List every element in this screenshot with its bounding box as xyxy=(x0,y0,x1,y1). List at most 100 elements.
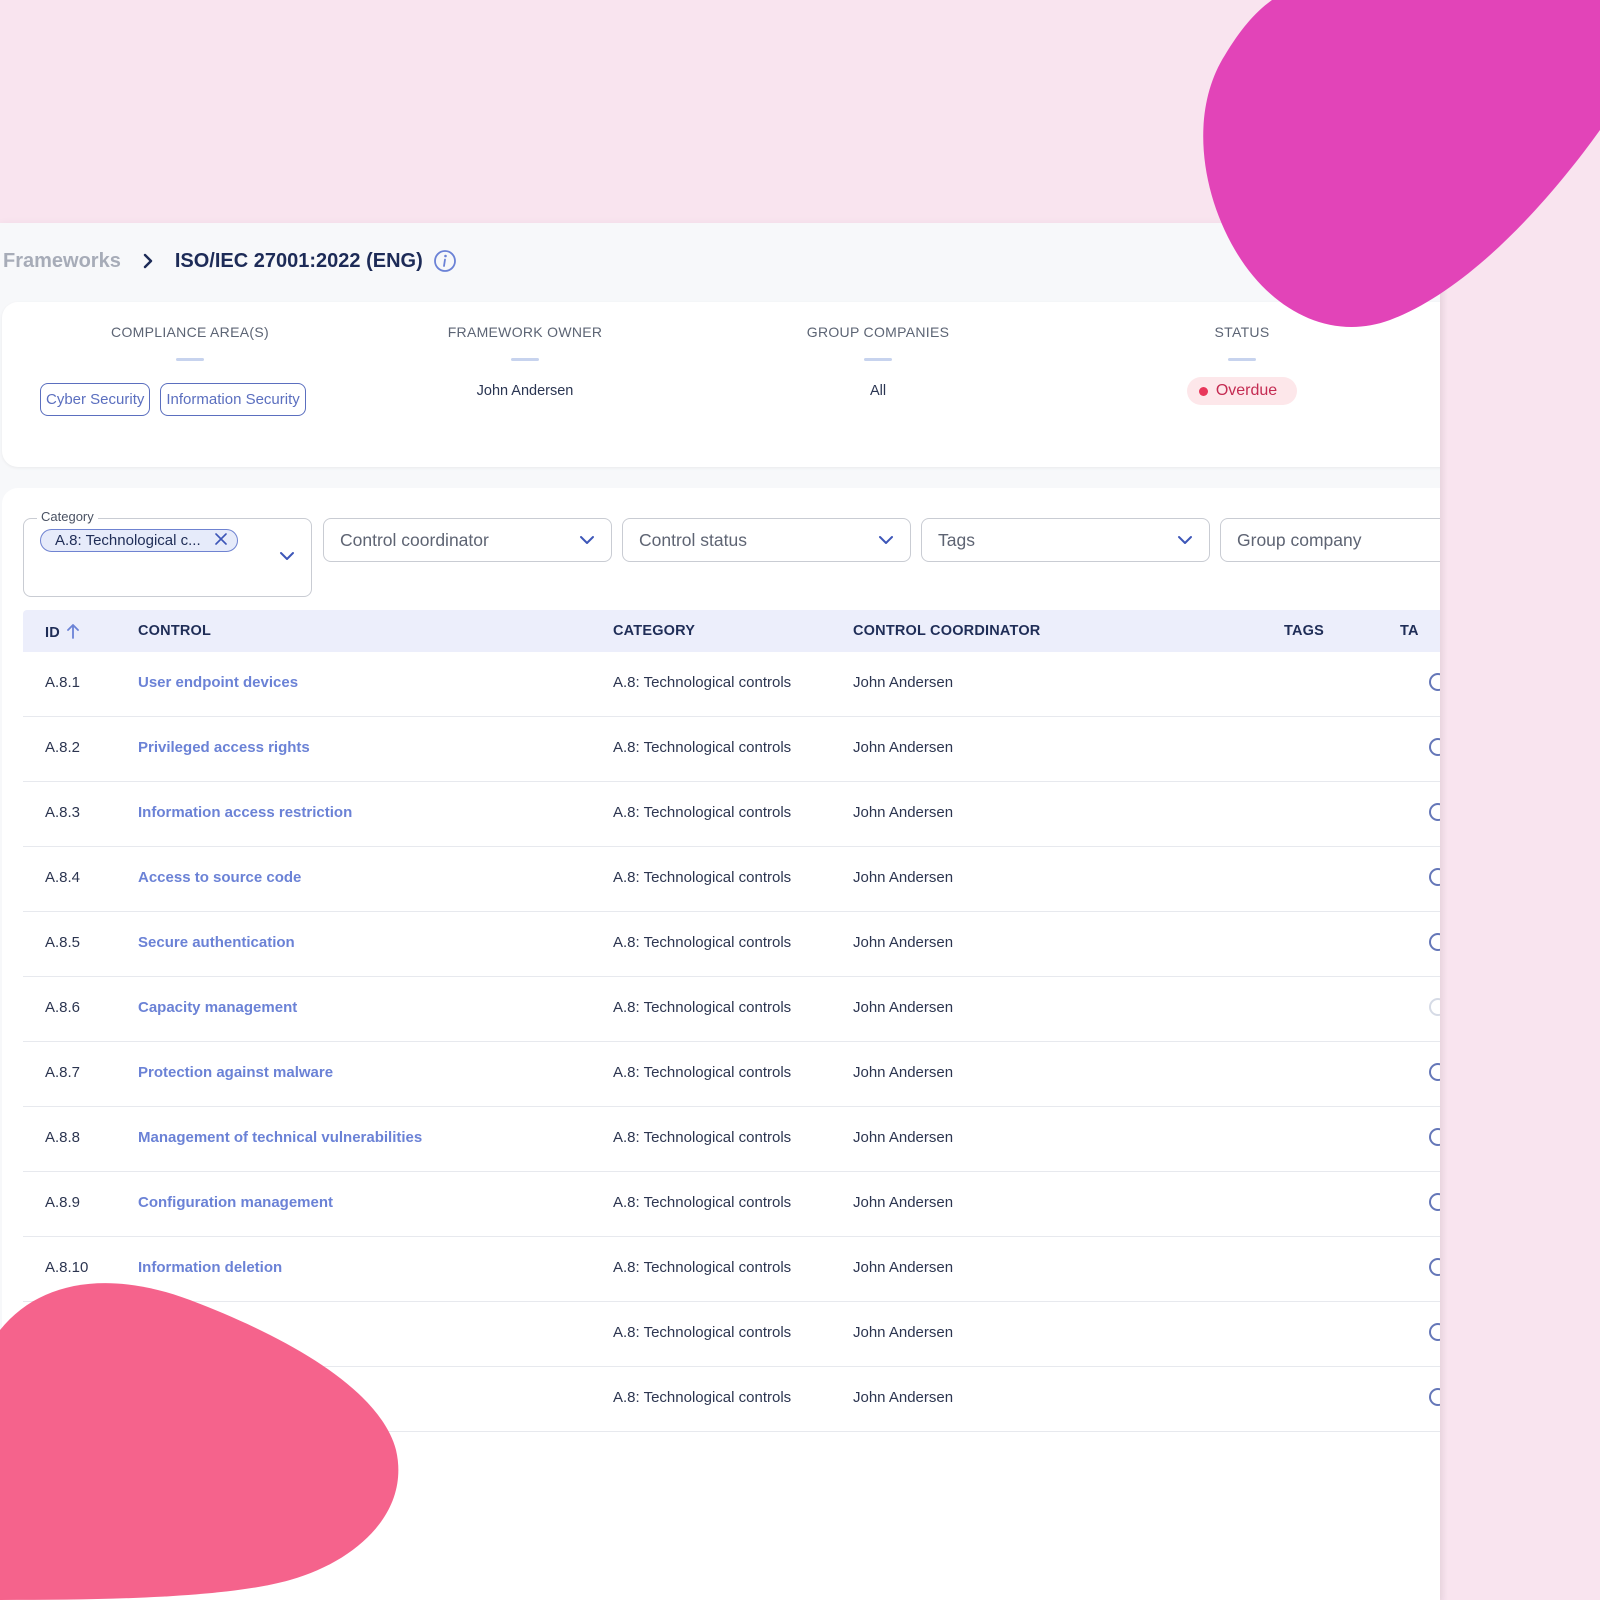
framework-owner-heading: FRAMEWORK OWNER xyxy=(447,324,603,340)
group-companies-heading: GROUP COMPANIES xyxy=(806,324,950,340)
row-select-radio[interactable] xyxy=(1429,868,1440,886)
column-header-id[interactable]: ID xyxy=(45,623,80,643)
row-coordinator: John Andersen xyxy=(853,1129,954,1146)
compliance-areas-heading: COMPLIANCE AREA(S) xyxy=(111,324,269,340)
row-control-link[interactable]: Management of technical vulnerabilities xyxy=(138,1129,422,1146)
category-chip-label: A.8: Technological c... xyxy=(55,532,201,549)
row-select-radio[interactable] xyxy=(1429,1258,1440,1276)
column-header-ta[interactable]: TA xyxy=(1400,623,1419,639)
column-header-category[interactable]: CATEGORY xyxy=(613,623,695,639)
table-row[interactable]: A.8.10 Information deletion A.8: Technolog… xyxy=(23,1237,1440,1302)
table-row[interactable]: A.8.1 User endpoint devices A.8: Technolog… xyxy=(23,652,1440,717)
control-coordinator-placeholder: Control coordinator xyxy=(340,529,489,550)
row-control-link[interactable]: Information access restriction xyxy=(138,804,352,821)
row-control-link[interactable]: Data masking xyxy=(138,1324,236,1341)
breadcrumb: Frameworks ISO/IEC 27001:2022 (ENG) xyxy=(0,243,457,279)
status-badge: Overdue xyxy=(1186,377,1298,405)
table-row[interactable]: A.8.9 Configuration management A.8: Techno… xyxy=(23,1172,1440,1237)
row-select-radio[interactable] xyxy=(1429,673,1440,691)
row-control-link[interactable]: Information deletion xyxy=(138,1259,282,1276)
row-select-radio[interactable] xyxy=(1429,1063,1440,1081)
compliance-chips: Cyber Security Information Security xyxy=(40,383,340,416)
row-id: A.8.3 xyxy=(45,804,81,821)
chevron-down-icon[interactable] xyxy=(279,551,295,561)
table-row[interactable]: A.8.2 Privileged access rights A.8: Techno… xyxy=(23,717,1440,782)
row-select-radio[interactable] xyxy=(1429,1323,1440,1341)
column-header-coordinator[interactable]: CONTROL COORDINATOR xyxy=(853,623,1040,639)
row-control-link[interactable]: Configuration management xyxy=(138,1194,333,1211)
arrow-up-icon[interactable] xyxy=(66,623,80,643)
table-row[interactable]: A.8.5 Secure authentication A.8: Technolog… xyxy=(23,912,1440,977)
row-select-radio[interactable] xyxy=(1429,933,1440,951)
row-category: A.8: Technological controls xyxy=(613,1129,792,1146)
row-category: A.8: Technological controls xyxy=(613,999,792,1016)
row-select-radio[interactable] xyxy=(1429,998,1440,1016)
chevron-right-icon xyxy=(133,253,163,269)
row-control-link[interactable]: Access to source code xyxy=(138,869,301,886)
framework-owner-section: FRAMEWORK OWNER John Andersen xyxy=(425,324,625,399)
compliance-chip-cyber-security[interactable]: Cyber Security xyxy=(40,383,151,416)
framework-summary-card: COMPLIANCE AREA(S) Cyber Security Inform… xyxy=(2,302,1440,467)
chevron-down-icon[interactable] xyxy=(1177,535,1193,545)
control-coordinator-filter[interactable]: Control coordinator xyxy=(323,518,612,562)
divider xyxy=(176,358,204,361)
status-heading: STATUS xyxy=(1214,324,1270,340)
row-id: A.8.1 xyxy=(45,674,81,691)
chevron-down-icon[interactable] xyxy=(579,535,595,545)
row-coordinator: John Andersen xyxy=(853,674,954,691)
row-category: A.8: Technological controls xyxy=(613,869,792,886)
window-shadow xyxy=(1440,223,1448,1600)
row-select-radio[interactable] xyxy=(1429,1128,1440,1146)
row-id: A.8.11 xyxy=(45,1324,88,1341)
row-select-radio[interactable] xyxy=(1429,738,1440,756)
group-company-filter[interactable]: Group company xyxy=(1220,518,1440,562)
control-status-placeholder: Control status xyxy=(639,529,747,550)
divider xyxy=(511,358,539,361)
category-filter[interactable]: Category A.8: Technological c... xyxy=(23,509,312,597)
row-id: A.8.12 xyxy=(45,1389,89,1406)
tags-filter[interactable]: Tags xyxy=(921,518,1210,562)
close-icon[interactable] xyxy=(214,532,227,549)
row-control-link[interactable]: Secure authentication xyxy=(138,934,295,951)
row-id: A.8.4 xyxy=(45,869,81,886)
table-row[interactable]: A.8.11 Data masking A.8: Technological con… xyxy=(23,1302,1440,1367)
table-body: A.8.1 User endpoint devices A.8: Technolog… xyxy=(23,652,1440,1432)
column-header-control[interactable]: CONTROL xyxy=(138,623,211,639)
breadcrumb-frameworks-link[interactable]: Frameworks xyxy=(3,250,121,273)
compliance-chip-information-security[interactable]: Information Security xyxy=(160,383,306,416)
table-row[interactable]: A.8.8 Management of technical vulnerabili… xyxy=(23,1107,1440,1172)
row-category: A.8: Technological controls xyxy=(613,804,792,821)
table-row[interactable]: A.8.12 Data leakage prevention A.8: Techno… xyxy=(23,1367,1440,1432)
info-icon[interactable] xyxy=(433,249,457,273)
row-control-link[interactable]: User endpoint devices xyxy=(138,674,298,691)
row-select-radio[interactable] xyxy=(1429,1193,1440,1211)
row-control-link[interactable]: Capacity management xyxy=(138,999,297,1016)
category-filter-legend: Category xyxy=(37,509,98,524)
table-header: ID CONTROL CATEGORY CONTROL COORDINATOR … xyxy=(23,610,1440,652)
table-row[interactable]: A.8.3 Information access restriction A.8: … xyxy=(23,782,1440,847)
group-companies-value: All xyxy=(869,383,887,399)
row-control-link[interactable]: Privileged access rights xyxy=(138,739,310,756)
table-row[interactable]: A.8.6 Capacity management A.8: Technologic… xyxy=(23,977,1440,1042)
row-select-radio[interactable] xyxy=(1429,1388,1440,1406)
row-select-radio[interactable] xyxy=(1429,803,1440,821)
divider xyxy=(1228,358,1256,361)
row-control-link[interactable]: Data leakage prevention xyxy=(138,1389,311,1406)
chevron-down-icon[interactable] xyxy=(878,535,894,545)
row-coordinator: John Andersen xyxy=(853,804,954,821)
row-coordinator: John Andersen xyxy=(853,1194,954,1211)
status-badge-label: Overdue xyxy=(1215,382,1278,399)
table-row[interactable]: A.8.7 Protection against malware A.8: Tech… xyxy=(23,1042,1440,1107)
framework-owner-value: John Andersen xyxy=(476,383,574,399)
app-window: Frameworks ISO/IEC 27001:2022 (ENG) COMP… xyxy=(0,223,1440,1600)
row-control-link[interactable]: Protection against malware xyxy=(138,1064,333,1081)
row-id: A.8.9 xyxy=(45,1194,81,1211)
table-row[interactable]: A.8.4 Access to source code A.8: Technolog… xyxy=(23,847,1440,912)
control-status-filter[interactable]: Control status xyxy=(622,518,911,562)
row-coordinator: John Andersen xyxy=(853,934,954,951)
group-company-placeholder: Group company xyxy=(1237,529,1362,550)
row-id: A.8.7 xyxy=(45,1064,81,1081)
column-header-tags[interactable]: TAGS xyxy=(1284,623,1324,639)
status-section: STATUS Overdue xyxy=(1142,324,1342,405)
row-coordinator: John Andersen xyxy=(853,1324,954,1341)
